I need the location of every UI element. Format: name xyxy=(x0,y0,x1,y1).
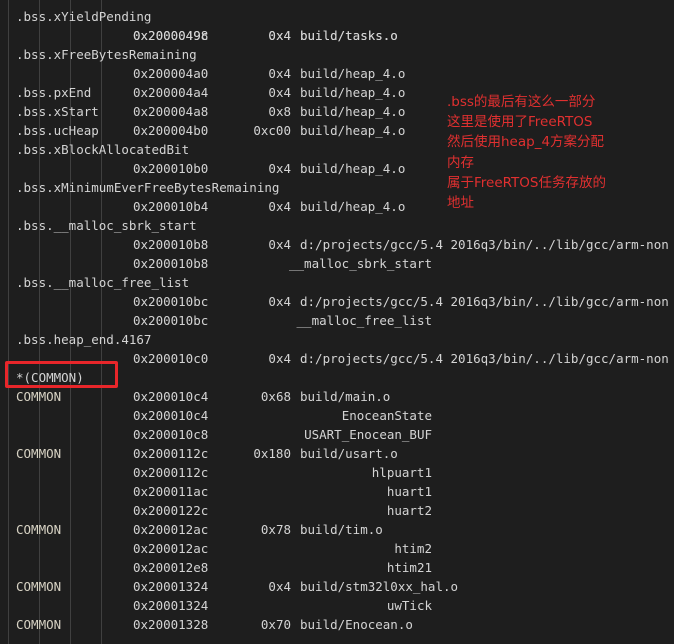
file-cell: build/heap_4.o xyxy=(300,123,406,138)
code-line[interactable]: 0x2000112c hlpuart1 xyxy=(0,463,674,482)
symbol-cell: htim21 xyxy=(386,560,432,575)
file-cell: d:/projects/gcc/5.4 2016q3/bin/../lib/gc… xyxy=(300,294,669,309)
code-line[interactable]: .bss.xFreeBytesRemaining xyxy=(0,45,674,64)
code-line[interactable]: COMMON 0x2000112c 0x180 build/usart.o xyxy=(0,444,674,463)
code-line[interactable]: .bss.__malloc_sbrk_start xyxy=(0,216,674,235)
size-cell: 0x4 xyxy=(268,28,291,43)
symbol-cell: __malloc_sbrk_start xyxy=(289,256,432,271)
section-name-cell: .bss.xFreeBytesRemaining xyxy=(16,47,197,62)
annotation-line: 然后使用heap_4方案分配 xyxy=(447,134,605,151)
code-line[interactable]: 0x200010c0 0x4 d:/projects/gcc/5.4 2016q3/… xyxy=(0,349,674,368)
section-name-cell: .bss.xYieldPending xyxy=(16,9,152,24)
section-name-cell: *(COMMON) xyxy=(16,370,84,385)
size-cell: 0x78 xyxy=(260,522,291,537)
symbol-cell: USART_Enocean_BUF xyxy=(304,427,432,442)
size-cell: 0x8 xyxy=(268,104,291,119)
annotation-line: 内存 xyxy=(447,154,474,171)
symbol-cell: hlpuart1 xyxy=(371,465,432,480)
symbol-cell: huart1 xyxy=(386,484,432,499)
code-line[interactable]: .bss.xYieldPending xyxy=(0,7,674,26)
code-line[interactable]: 0x2000122c huart2 xyxy=(0,501,674,520)
code-line[interactable]: .bss.__malloc_free_list xyxy=(0,273,674,292)
symbol-cell: EnoceanState xyxy=(341,408,432,423)
size-cell: 0x180 xyxy=(253,446,291,461)
file-cell: d:/projects/gcc/5.4 2016q3/bin/../lib/gc… xyxy=(300,351,669,366)
code-line[interactable]: *(COMMON) xyxy=(0,368,674,387)
code-line[interactable]: 0x200011ac huart1 xyxy=(0,482,674,501)
code-line[interactable]: 0x200010bc __malloc_free_list xyxy=(0,311,674,330)
symbol-cell: __malloc_free_list xyxy=(296,313,432,328)
code-line[interactable]: COMMON 0x20001324 0x4 build/stm32l0xx_hal.o xyxy=(0,577,674,596)
code-line[interactable]: 0x200010b8 __malloc_sbrk_start xyxy=(0,254,674,273)
size-cell: 0x4 xyxy=(268,579,291,594)
size-cell: 0x4 xyxy=(268,66,291,81)
annotation-line: .bss的最后有这么一部分 xyxy=(447,94,596,110)
file-cell: build/heap_4.o xyxy=(300,85,406,100)
file-cell: build/heap_4.o xyxy=(300,104,406,119)
file-cell: d:/projects/gcc/5.4 2016q3/bin/../lib/gc… xyxy=(300,237,669,252)
code-line[interactable]: 0x2000049c 0x4 build/tasks.o xyxy=(0,26,674,45)
size-cell: 0xc00 xyxy=(253,123,291,138)
map-file-viewer[interactable]: 0x20000498 0x4 build/tasks.o .bss.xYield… xyxy=(0,0,674,644)
file-cell: build/heap_4.o xyxy=(300,66,406,81)
code-line[interactable]: COMMON 0x200012ac 0x78 build/tim.o xyxy=(0,520,674,539)
size-cell: 0x4 xyxy=(268,351,291,366)
file-cell: build/main.o xyxy=(300,389,391,404)
file-cell: build/tim.o xyxy=(300,522,383,537)
code-line[interactable]: .bss.heap_end.4167 xyxy=(0,330,674,349)
code-line[interactable]: 0x200004a0 0x4 build/heap_4.o xyxy=(0,64,674,83)
section-name-cell: .bss.xBlockAllocatedBit xyxy=(16,142,190,157)
section-name-cell: .bss.xMinimumEverFreeBytesRemaining xyxy=(16,180,280,195)
annotation-line: 这里是使用了FreeRTOS xyxy=(447,114,593,131)
annotation-line: 地址 xyxy=(447,195,474,212)
file-cell: build/usart.o xyxy=(300,446,398,461)
size-cell: 0x4 xyxy=(268,237,291,252)
size-cell: 0x4 xyxy=(268,161,291,176)
code-line[interactable]: 0x200012ac htim2 xyxy=(0,539,674,558)
annotation-line: 属于FreeRTOS任务存放的 xyxy=(447,174,606,191)
section-name-cell: .bss.heap_end.4167 xyxy=(16,332,152,347)
size-cell: 0x68 xyxy=(260,389,291,404)
section-name-cell: .bss.__malloc_sbrk_start xyxy=(16,218,197,233)
size-cell: 0x4 xyxy=(268,199,291,214)
file-cell: build/tasks.o xyxy=(300,28,398,43)
file-cell: build/heap_4.o xyxy=(300,199,406,214)
size-cell: 0x4 xyxy=(268,294,291,309)
file-cell: build/stm32l0xx_hal.o xyxy=(300,579,459,594)
symbol-cell: huart2 xyxy=(386,503,432,518)
code-line[interactable]: 0x200010c4 EnoceanState xyxy=(0,406,674,425)
code-line[interactable]: 0x200012e8 htim21 xyxy=(0,558,674,577)
size-cell: 0x4 xyxy=(268,85,291,100)
red-annotation-note: .bss的最后有这么一部分 这里是使用了FreeRTOS 然后使用heap_4方案分… xyxy=(447,92,606,213)
code-line[interactable]: 0x200010c8 USART_Enocean_BUF xyxy=(0,425,674,444)
clipped-bottom-row: 0x20001328 bspTel_State xyxy=(0,632,674,644)
section-name-cell: .bss.__malloc_free_list xyxy=(16,275,190,290)
file-cell: build/heap_4.o xyxy=(300,161,406,176)
code-line[interactable]: 0x200010bc 0x4 d:/projects/gcc/5.4 2016q3/… xyxy=(0,292,674,311)
code-line[interactable]: COMMON 0x200010c4 0x68 build/main.o xyxy=(0,387,674,406)
code-line[interactable]: 0x20001324 uwTick xyxy=(0,596,674,615)
symbol-cell: uwTick xyxy=(386,598,432,613)
code-line[interactable]: 0x200010b8 0x4 d:/projects/gcc/5.4 2016q3/… xyxy=(0,235,674,254)
symbol-cell: htim2 xyxy=(394,541,432,556)
